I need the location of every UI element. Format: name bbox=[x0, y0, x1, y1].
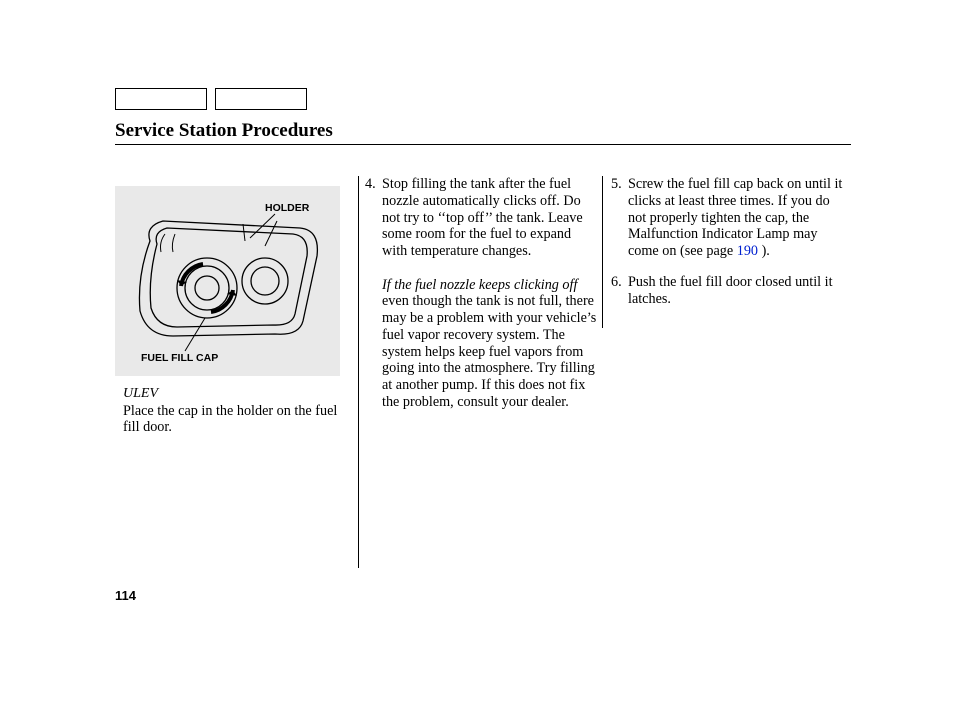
step-4: 4. Stop filling the tank after the fuel … bbox=[365, 176, 598, 411]
step-6-body: Push the fuel fill door closed until it … bbox=[628, 274, 844, 308]
header-reference-boxes bbox=[115, 88, 307, 110]
step-5-number: 5. bbox=[611, 176, 628, 260]
step-4-text-1: Stop filling the tank after the fuel noz… bbox=[382, 176, 583, 259]
step-4-body: Stop filling the tank after the fuel noz… bbox=[382, 176, 598, 411]
step-4-italic: If the fuel nozzle keeps clicking off bbox=[382, 277, 577, 293]
page-title: Service Station Procedures bbox=[115, 120, 333, 142]
ulev-label: ULEV bbox=[123, 386, 352, 403]
column-1: HOLDER FUEL FILL CAP ULEV Place the cap … bbox=[115, 176, 352, 436]
fuel-cap-illustration bbox=[115, 186, 340, 376]
fuel-cap-figure: HOLDER FUEL FILL CAP bbox=[115, 186, 340, 376]
step-5-body: Screw the fuel fill cap back on until it… bbox=[628, 176, 844, 260]
figure-label-holder: HOLDER bbox=[265, 202, 309, 214]
header-box-2 bbox=[215, 88, 307, 110]
step-6: 6. Push the fuel fill door closed until … bbox=[611, 274, 844, 308]
step-4-text-2: even though the tank is not full, there … bbox=[382, 293, 596, 410]
step-5-text-post: ). bbox=[758, 243, 770, 259]
page-number: 114 bbox=[115, 588, 136, 603]
column1-body: Place the cap in the holder on the fuel … bbox=[123, 403, 346, 437]
title-rule bbox=[115, 144, 851, 145]
step-6-number: 6. bbox=[611, 274, 628, 308]
figure-label-cap: FUEL FILL CAP bbox=[141, 352, 218, 364]
column-3: 5. Screw the fuel fill cap back on until… bbox=[611, 176, 844, 436]
step-5-text-pre: Screw the fuel fill cap back on until it… bbox=[628, 176, 842, 259]
page-link-190[interactable]: 190 bbox=[737, 243, 758, 259]
column-2: 4. Stop filling the tank after the fuel … bbox=[365, 176, 598, 436]
header-box-1 bbox=[115, 88, 207, 110]
step-4-number: 4. bbox=[365, 176, 382, 411]
step-5: 5. Screw the fuel fill cap back on until… bbox=[611, 176, 844, 260]
